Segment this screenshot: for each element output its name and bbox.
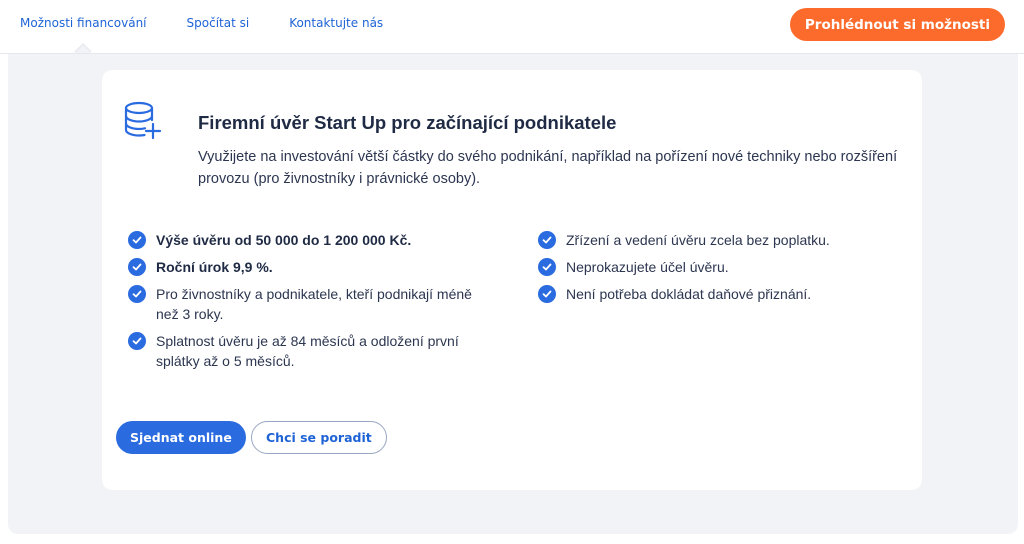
nav-link-financing-options[interactable]: Možnosti financování — [20, 16, 147, 53]
apply-online-button[interactable]: Sjednat online — [116, 421, 246, 454]
feature-item: Není potřeba dokládat daňové přiznání. — [538, 284, 898, 304]
product-description: Využijete na investování větší částky do… — [198, 149, 898, 187]
main-nav: Možnosti financování Spočítat si Kontakt… — [20, 0, 423, 53]
feature-item: Zřízení a vedení úvěru zcela bez poplatk… — [538, 230, 898, 250]
nav-link-contact[interactable]: Kontaktujte nás — [289, 16, 383, 30]
feature-item: Roční úrok 9,9 %. — [128, 257, 488, 277]
feature-item: Výše úvěru od 50 000 do 1 200 000 Kč. — [128, 230, 488, 250]
check-icon — [538, 231, 556, 249]
feature-text: Neprokazujete účel úvěru. — [566, 259, 729, 275]
top-navigation-bar: Možnosti financování Spočítat si Kontakt… — [0, 0, 1024, 54]
feature-item: Pro živnostníky a podnikatele, kteří pod… — [128, 284, 488, 324]
product-title: Firemní úvěr Start Up pro začínající pod… — [198, 112, 617, 133]
feature-item: Splatnost úvěru je až 84 měsíců a odlože… — [128, 331, 488, 371]
database-plus-icon — [122, 100, 164, 142]
feature-text: Není potřeba dokládat daňové přiznání. — [566, 286, 812, 302]
feature-list-right: Zřízení a vedení úvěru zcela bez poplatk… — [538, 230, 898, 311]
check-icon — [128, 231, 146, 249]
feature-text: Pro živnostníky a podnikatele, kteří pod… — [156, 286, 472, 322]
feature-text: Zřízení a vedení úvěru zcela bez poplatk… — [566, 232, 830, 248]
feature-text: Výše úvěru od 50 000 do 1 200 000 Kč. — [156, 232, 412, 248]
check-icon — [538, 258, 556, 276]
feature-item: Neprokazujete účel úvěru. — [538, 257, 898, 277]
feature-text: Splatnost úvěru je až 84 měsíců a odlože… — [156, 333, 459, 369]
check-icon — [128, 332, 146, 350]
view-options-button[interactable]: Prohlédnout si možnosti — [789, 8, 1005, 41]
nav-link-calculate[interactable]: Spočítat si — [187, 16, 250, 30]
feature-list-left: Výše úvěru od 50 000 do 1 200 000 Kč. Ro… — [128, 230, 488, 378]
get-advice-button[interactable]: Chci se poradit — [251, 421, 387, 454]
check-icon — [128, 258, 146, 276]
check-icon — [128, 285, 146, 303]
product-card: Firemní úvěr Start Up pro začínající pod… — [102, 70, 922, 490]
check-icon — [538, 285, 556, 303]
feature-text: Roční úrok 9,9 %. — [156, 259, 273, 275]
